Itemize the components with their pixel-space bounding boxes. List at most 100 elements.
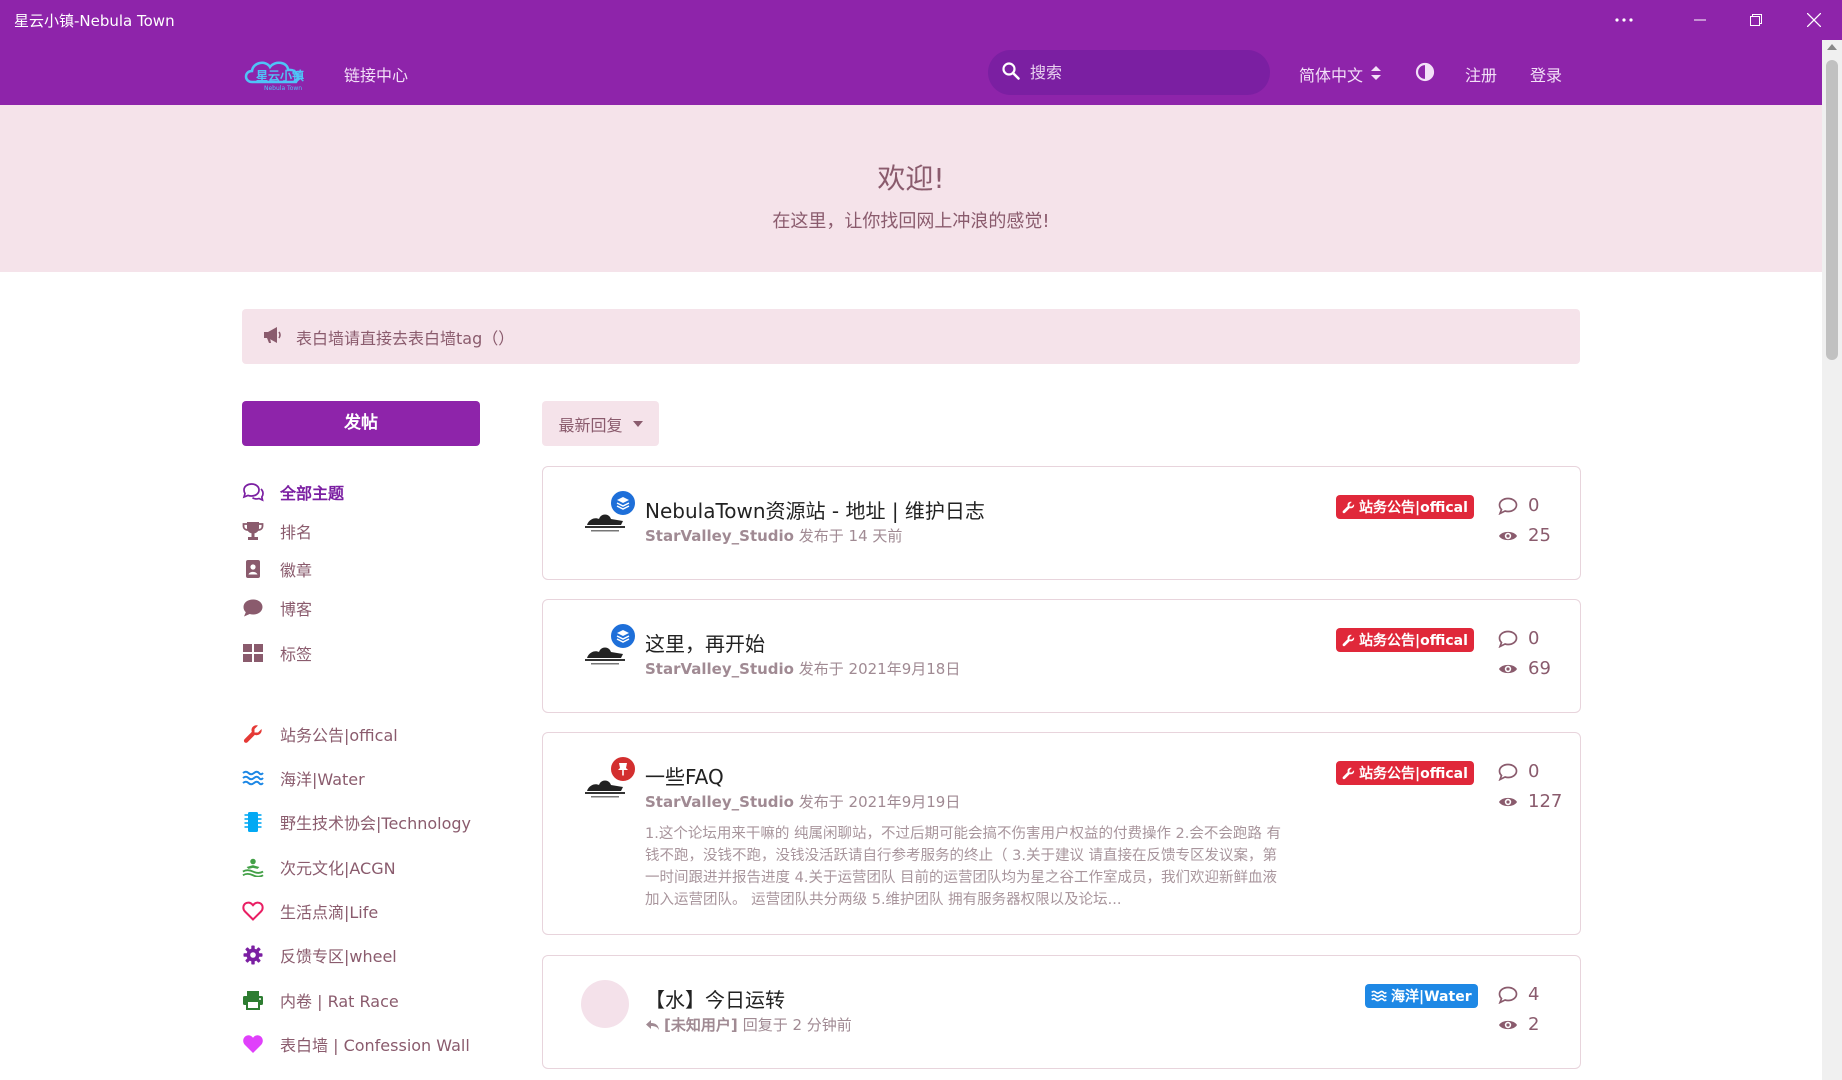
search-box[interactable]: [988, 50, 1270, 95]
sidebar-item-blog[interactable]: 博客: [242, 594, 312, 622]
author-name[interactable]: StarValley_Studio: [645, 660, 794, 678]
sidebar-tag-wheel[interactable]: 反馈专区|wheel: [242, 941, 397, 969]
restore-icon[interactable]: [1736, 6, 1776, 34]
heart-outline-icon: [242, 900, 264, 922]
discussion-card[interactable]: NebulaTown资源站 - 地址 | 维护日志 StarValley_Stu…: [542, 466, 1581, 580]
announcement-text: 表白墙请直接去表白墙tag（）: [296, 328, 515, 348]
sidebar-tag-life[interactable]: 生活点滴|Life: [242, 897, 378, 925]
window-titlebar: 星云小镇-Nebula Town: [0, 0, 1842, 40]
sidebar-tag-acgn[interactable]: 次元文化|ACGN: [242, 853, 396, 881]
close-icon[interactable]: [1794, 6, 1834, 34]
tag-label: 站务公告|offical: [1359, 766, 1468, 782]
layers-icon: [609, 489, 637, 517]
reply-icon: [646, 1019, 659, 1030]
minimize-icon[interactable]: [1680, 6, 1720, 34]
sidebar-label: 海洋|Water: [280, 770, 365, 789]
comment-outline-icon: [1498, 497, 1518, 515]
water-icon: [1371, 990, 1387, 1002]
vertical-scrollbar[interactable]: [1822, 40, 1842, 1080]
welcome-hero: 欢迎! 在这里，让你找回网上冲浪的感觉!: [0, 105, 1822, 272]
sidebar-item-badges[interactable]: 徽章: [242, 555, 312, 583]
window-title: 星云小镇-Nebula Town: [14, 12, 175, 30]
sidebar-item-all-discussions[interactable]: 全部主题: [242, 478, 344, 506]
sort-label: 最新回复: [558, 415, 623, 435]
login-link[interactable]: 登录: [1530, 62, 1562, 86]
water-icon: [242, 767, 264, 789]
reply-count: 0: [1498, 761, 1539, 782]
post-time: 发布于 14 天前: [798, 527, 903, 545]
discussion-title[interactable]: NebulaTown资源站 - 地址 | 维护日志: [645, 495, 985, 524]
view-count: 69: [1498, 658, 1551, 679]
svg-text:星云小镇: 星云小镇: [256, 68, 304, 83]
comment-outline-icon: [1498, 763, 1518, 781]
discussion-meta: StarValley_Studio 发布于 2021年9月18日: [645, 658, 960, 679]
tag-badge[interactable]: 海洋|Water: [1365, 984, 1478, 1008]
sidebar-label: 博客: [280, 600, 313, 619]
post-time: 发布于 2021年9月19日: [798, 793, 961, 811]
hero-subtitle: 在这里，让你找回网上冲浪的感觉!: [772, 211, 1050, 232]
view-count: 2: [1498, 1014, 1539, 1035]
new-post-button[interactable]: 发帖: [242, 401, 480, 446]
sidebar-label: 次元文化|ACGN: [280, 859, 396, 878]
search-icon: [1002, 61, 1020, 84]
post-time: 发布于 2021年9月18日: [798, 660, 961, 678]
language-label: 简体中文: [1299, 66, 1364, 85]
site-logo[interactable]: 星云小镇 Nebula Town: [242, 54, 308, 92]
tag-badge[interactable]: 站务公告|offical: [1336, 761, 1474, 785]
wrench-icon: [1342, 501, 1355, 513]
gear-icon: [242, 944, 264, 966]
avatar[interactable]: [581, 980, 629, 1028]
sort-dropdown[interactable]: 最新回复: [542, 401, 659, 446]
wrench-icon: [1342, 634, 1355, 646]
sidebar-tag-confession-wall[interactable]: 表白墙 | Confession Wall: [242, 1030, 470, 1058]
more-options-icon[interactable]: [1604, 6, 1644, 34]
reply-count: 0: [1498, 628, 1539, 649]
view-count: 127: [1498, 791, 1562, 812]
discussion-title[interactable]: 这里，再开始: [645, 628, 765, 657]
reply-count-value: 0: [1528, 495, 1540, 516]
sidebar-tag-rat-race[interactable]: 内卷 | Rat Race: [242, 986, 399, 1014]
discussion-card[interactable]: 这里，再开始 StarValley_Studio 发布于 2021年9月18日 …: [542, 599, 1581, 713]
view-count: 25: [1498, 525, 1551, 546]
sidebar-tag-technology[interactable]: 野生技术协会|Technology: [242, 808, 471, 836]
eye-icon: [1499, 531, 1517, 540]
sidebar-label: 标签: [280, 645, 313, 664]
sidebar-item-tags[interactable]: 标签: [242, 639, 312, 667]
discussion-title[interactable]: 一些FAQ: [645, 761, 724, 790]
sidebar-label: 排名: [280, 523, 313, 542]
wrench-icon: [242, 723, 264, 745]
tag-badge[interactable]: 站务公告|offical: [1336, 495, 1474, 519]
discussion-excerpt: 1.这个论坛用来干嘛的 纯属闲聊站，不过后期可能会搞不伤害用户权益的付费操作 2…: [645, 826, 1281, 908]
reply-count: 0: [1498, 495, 1539, 516]
sidebar-label: 反馈专区|wheel: [280, 947, 397, 966]
sidebar-tag-offical[interactable]: 站务公告|offical: [242, 720, 398, 748]
discussion-title[interactable]: 【水】今日运转: [645, 984, 785, 1013]
reply-count-value: 0: [1528, 761, 1540, 782]
search-input[interactable]: [1030, 63, 1250, 82]
view-count-value: 127: [1528, 791, 1563, 812]
discussion-card[interactable]: 【水】今日运转 [未知用户] 回复于 2 分钟前 海洋|Water 4 2: [542, 955, 1581, 1069]
site-header: 星云小镇 Nebula Town 链接中心 简体中文 注册 登录: [0, 40, 1842, 105]
author-name[interactable]: StarValley_Studio: [645, 793, 794, 811]
sidebar-tag-water[interactable]: 海洋|Water: [242, 764, 365, 792]
sidebar-label: 表白墙 | Confession Wall: [280, 1036, 470, 1055]
author-name[interactable]: StarValley_Studio: [645, 527, 794, 545]
tag-badge[interactable]: 站务公告|offical: [1336, 628, 1474, 652]
sidebar-item-ranking[interactable]: 排名: [242, 517, 312, 545]
hero-title: 欢迎!: [877, 162, 945, 195]
register-link[interactable]: 注册: [1465, 62, 1497, 86]
scrollbar-thumb[interactable]: [1826, 60, 1838, 360]
pin-icon: [609, 755, 637, 783]
scroll-up-icon[interactable]: [1827, 44, 1837, 50]
links-center-link[interactable]: 链接中心: [344, 62, 408, 86]
caret-down-icon: [632, 420, 643, 427]
acgn-icon: [242, 856, 264, 878]
comment-outline-icon: [1498, 630, 1518, 648]
discussion-meta: StarValley_Studio 发布于 2021年9月19日: [645, 791, 960, 812]
theme-toggle-icon[interactable]: [1415, 62, 1435, 86]
discussion-card[interactable]: 一些FAQ StarValley_Studio 发布于 2021年9月19日 1…: [542, 732, 1581, 935]
trophy-icon: [242, 520, 264, 542]
discussion-meta: StarValley_Studio 发布于 14 天前: [645, 525, 902, 546]
language-selector[interactable]: 简体中文: [1299, 62, 1382, 86]
author-name[interactable]: [未知用户]: [664, 1014, 738, 1035]
